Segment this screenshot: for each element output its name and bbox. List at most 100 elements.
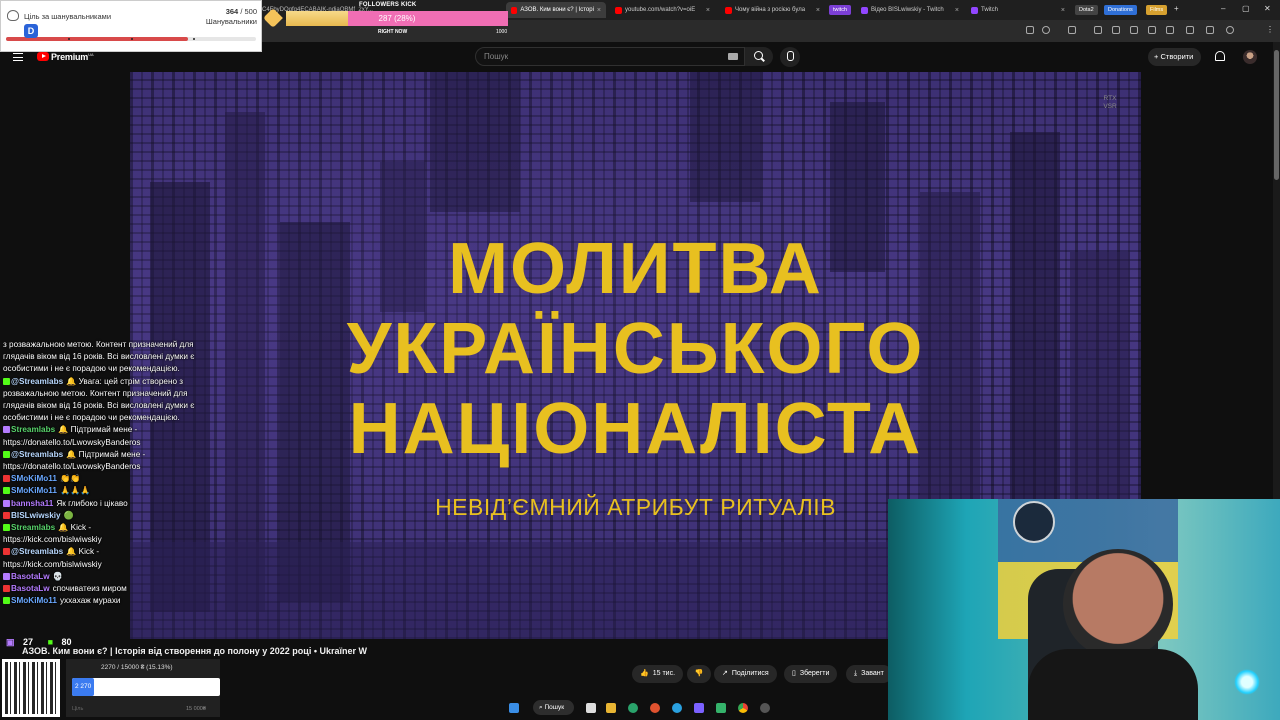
chat-username: @Streamlabs <box>11 376 64 386</box>
kick-title: FOLLOWERS KICK <box>359 2 417 8</box>
maximize-icon[interactable]: ▢ <box>1242 4 1250 13</box>
chat-message: https://kick.com/bislwiwskiy <box>3 535 102 545</box>
chat-message: SMoKiMo11 уххахаж мурахи <box>3 596 121 606</box>
task-view-icon[interactable] <box>586 703 596 713</box>
chat-message: глядачів віком від 16 років. Всі висловл… <box>3 352 194 362</box>
windows-start-icon[interactable] <box>509 703 519 713</box>
chat-badge-icon <box>3 475 10 483</box>
chat-username: BISLwiwskiy <box>11 510 61 520</box>
youtube-logo-icon[interactable] <box>37 52 49 61</box>
minimize-icon[interactable]: – <box>1221 4 1225 13</box>
close-icon[interactable]: × <box>816 7 820 14</box>
tab-label: youtube.com/watch?v=oiE <box>625 7 696 13</box>
search-icon[interactable] <box>754 51 763 60</box>
extension-icon[interactable] <box>1148 26 1156 34</box>
close-window-icon[interactable]: ✕ <box>1264 4 1271 13</box>
star-icon[interactable] <box>1042 26 1050 34</box>
streamer-webcam <box>888 499 1280 720</box>
extension-icon[interactable] <box>1186 26 1194 34</box>
chat-username: BasotaLw <box>11 584 50 593</box>
chat-username: bannsha11 <box>11 498 54 508</box>
chrome-icon[interactable] <box>738 703 748 713</box>
tab-label: Чому війна з росією була <box>735 7 806 13</box>
overlay-title-line-1: МОЛИТВА <box>448 229 823 309</box>
microphone-icon[interactable] <box>780 47 800 67</box>
hamburger-menu-icon[interactable] <box>13 53 23 61</box>
chat-username: SMoKiMo11 <box>11 474 57 484</box>
donation-progress-fill: 2 270 <box>72 678 95 696</box>
like-button[interactable]: 👍 15 тис. <box>632 665 684 683</box>
extension-icon[interactable] <box>1112 26 1120 34</box>
streamer-body <box>1028 649 1198 720</box>
chat-message: особистими і не є порадою чи рекомендаці… <box>3 364 180 374</box>
taskbar-search[interactable]: ⌕ Пошук <box>533 700 575 715</box>
youtube-favicon-icon <box>615 6 622 14</box>
extension-icon[interactable] <box>1068 26 1076 34</box>
close-icon[interactable]: × <box>706 7 710 14</box>
chat-message: Streamlabs 🔔 Kick - <box>3 523 91 533</box>
telegram-icon[interactable] <box>672 703 682 713</box>
chat-badge-icon <box>3 487 10 495</box>
close-icon[interactable]: × <box>955 7 959 14</box>
youtube-premium-logo[interactable]: PremiumUA <box>51 52 94 62</box>
brave-icon[interactable] <box>650 703 660 713</box>
like-count: 15 тис. <box>652 670 676 677</box>
overlay-title-line-2: УКРАЇНСЬКОГО <box>346 309 925 389</box>
chat-username: SMoKiMo11 <box>11 596 57 606</box>
download-icon[interactable] <box>1130 26 1138 34</box>
tab-twitch[interactable]: Twitch × <box>966 2 1070 18</box>
chat-badge-icon <box>3 585 10 592</box>
rtx-vsr-badge: RTX VSR <box>1103 95 1117 110</box>
windows-taskbar <box>0 696 888 720</box>
emblem-icon <box>1013 501 1055 543</box>
create-button[interactable]: + Створити <box>1148 48 1202 66</box>
kick-value: 287 (28%) <box>378 14 416 23</box>
file-explorer-icon[interactable] <box>606 703 616 713</box>
chat-message: BasotaLw 💀 <box>3 572 63 582</box>
scrollbar-thumb[interactable] <box>1274 50 1279 180</box>
chat-badge-icon <box>3 377 10 385</box>
search-input[interactable] <box>475 47 745 66</box>
extension-icon[interactable] <box>1094 26 1102 34</box>
new-tab-icon[interactable]: + <box>1174 4 1179 13</box>
chat-text: уххахаж мурахи <box>59 596 121 606</box>
profile-icon[interactable] <box>1226 26 1234 34</box>
chat-message: Streamlabs 🔔 Підтримай мене - <box>3 425 137 435</box>
chat-text: 🔔 Підтримай мене - <box>58 425 138 435</box>
obs-icon[interactable] <box>760 703 770 713</box>
extension-icon[interactable] <box>1206 26 1214 34</box>
goal-unit: Шанувальники <box>205 17 257 26</box>
notifications-bell-icon[interactable] <box>1215 51 1225 61</box>
keyboard-icon[interactable] <box>728 53 738 60</box>
tab-war-video[interactable]: Чому війна з росією була × <box>720 2 825 18</box>
chip-dota2[interactable]: Dota2 <box>1075 5 1098 15</box>
chat-message: https://donatello.to/LwowskyBanderos <box>3 438 140 448</box>
chip-films[interactable]: Films <box>1146 5 1168 15</box>
chip-donations[interactable]: Donations <box>1104 5 1137 15</box>
donation-text: 2270 / 15000 ₴ (15.13%) <box>101 664 173 671</box>
avatar[interactable] <box>1243 50 1257 64</box>
goal-label: Ціль за шанувальниками <box>24 12 112 21</box>
chat-message: глядачів віком від 16 років. Всі висловл… <box>3 401 194 411</box>
menu-dots-icon[interactable]: ⋮ <box>1266 26 1274 34</box>
tab-twitch-videos[interactable]: Відео BISLwiwskiy - Twitch × <box>856 2 964 18</box>
cast-icon[interactable] <box>1026 26 1034 34</box>
close-icon[interactable]: × <box>597 7 601 14</box>
dislike-button[interactable]: 👎 <box>687 665 711 683</box>
tab-youtube-watch[interactable]: youtube.com/watch?v=oiE × <box>610 2 715 18</box>
app-icon[interactable] <box>694 703 704 713</box>
kick-max: 1000 <box>496 29 508 35</box>
tab-azov[interactable]: АЗОВ. Ким вони є? | Історі × <box>506 2 606 18</box>
app-icon[interactable] <box>716 703 726 713</box>
save-button[interactable]: ▯ Зберегти <box>784 665 838 683</box>
download-button[interactable]: ⤓ Завант <box>846 665 892 683</box>
edge-icon[interactable] <box>628 703 638 713</box>
close-icon[interactable]: × <box>1061 7 1065 14</box>
share-button[interactable]: ↗ Поділитися <box>714 665 777 683</box>
extension-icon[interactable] <box>1166 26 1174 34</box>
goal-count: 364 / 500 Шанувальники <box>206 7 257 27</box>
twitch-group-chip[interactable]: twitch <box>829 5 852 15</box>
chat-text: 🔔 Увага: цей стрім створено з <box>66 376 184 386</box>
chat-message: https://donatello.to/LwowskyBanderos <box>3 462 140 472</box>
youtube-favicon-icon <box>725 6 732 14</box>
